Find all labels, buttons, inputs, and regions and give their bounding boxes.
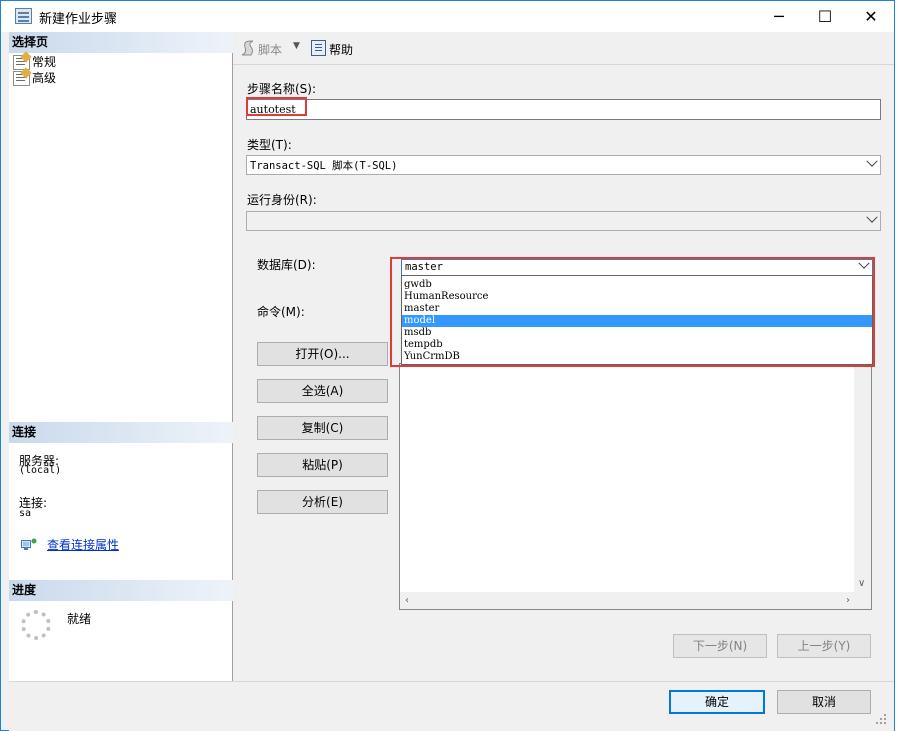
cancel-button[interactable]: 取消 (777, 690, 871, 714)
scrollbar-corner (854, 592, 871, 609)
maximize-icon: ☐ (817, 7, 833, 26)
maximize-button[interactable]: ☐ (802, 1, 848, 32)
open-button[interactable]: 打开(O)... (257, 342, 388, 366)
page-wrench-icon (13, 71, 30, 86)
page-wrench-icon (13, 55, 30, 70)
next-button[interactable]: 下一步(N) (673, 634, 767, 658)
connection-header: 连接 (9, 422, 233, 443)
step-name-input[interactable]: autotest (246, 99, 881, 120)
scroll-left-icon[interactable]: ‹ (405, 596, 409, 606)
step-name-highlight (246, 97, 307, 116)
command-vertical-scrollbar[interactable]: ∨ (854, 364, 871, 593)
select-all-button[interactable]: 全选(A) (257, 379, 388, 403)
copy-button[interactable]: 复制(C) (257, 416, 388, 440)
page-item-advanced[interactable]: 高级 (13, 70, 56, 86)
script-button[interactable]: 脚本 (258, 41, 282, 58)
script-dropdown-arrow-icon[interactable]: ▼ (293, 41, 300, 51)
chevron-down-icon (866, 211, 878, 223)
app-icon (15, 8, 32, 24)
left-pane: 选择页 常规 高级 连接 服务器: (local) 连接: sa 查看连接属性 … (9, 32, 233, 681)
server-value: (local) (19, 465, 62, 476)
minimize-icon: ─ (774, 7, 784, 26)
progress-spinner-icon (21, 610, 51, 640)
run-as-label: 运行身份(R): (247, 193, 317, 207)
close-icon: ✕ (864, 7, 878, 26)
select-page-header: 选择页 (9, 32, 233, 53)
window-title: 新建作业步骤 (39, 12, 118, 27)
scroll-right-icon[interactable]: › (846, 596, 850, 606)
resize-grip-icon[interactable] (875, 713, 887, 725)
database-label: 数据库(D): (257, 258, 316, 272)
ok-button[interactable]: 确定 (669, 690, 765, 714)
view-connection-properties-link[interactable]: 查看连接属性 (47, 536, 119, 553)
close-button[interactable]: ✕ (848, 1, 894, 32)
page-item-label: 常规 (32, 55, 57, 69)
script-icon (241, 40, 254, 56)
dialog-window: 新建作业步骤 ─ ☐ ✕ 选择页 常规 高级 连接 服务器: (local) 连… (0, 0, 895, 731)
database-dropdown-highlight (390, 257, 875, 367)
type-value: Transact-SQL 脚本(T-SQL) (250, 160, 398, 172)
command-horizontal-scrollbar[interactable]: ‹ › (400, 592, 855, 609)
help-icon (311, 40, 326, 56)
run-as-select[interactable] (246, 211, 881, 231)
command-textarea[interactable]: ∨ ‹ › (399, 363, 872, 610)
minimize-button[interactable]: ─ (756, 1, 802, 32)
command-label: 命令(M): (257, 305, 305, 319)
step-name-label: 步骤名称(S): (247, 82, 317, 96)
page-item-label: 高级 (32, 71, 57, 85)
scroll-down-icon[interactable]: ∨ (858, 579, 865, 589)
type-select[interactable]: Transact-SQL 脚本(T-SQL) (246, 155, 881, 175)
title-bar: 新建作业步骤 ─ ☐ ✕ (1, 1, 894, 32)
chevron-down-icon (866, 155, 878, 167)
previous-button[interactable]: 上一步(Y) (777, 634, 871, 658)
connection-value: sa (19, 508, 32, 519)
type-label: 类型(T): (247, 138, 292, 152)
help-button[interactable]: 帮助 (329, 41, 353, 58)
progress-status: 就绪 (67, 612, 92, 626)
toolbar: 脚本 ▼ 帮助 (233, 32, 894, 65)
progress-header: 进度 (9, 580, 233, 601)
paste-button[interactable]: 粘贴(P) (257, 453, 388, 477)
connection-properties-icon (21, 538, 37, 550)
parse-button[interactable]: 分析(E) (257, 490, 388, 514)
page-item-general[interactable]: 常规 (13, 54, 56, 70)
